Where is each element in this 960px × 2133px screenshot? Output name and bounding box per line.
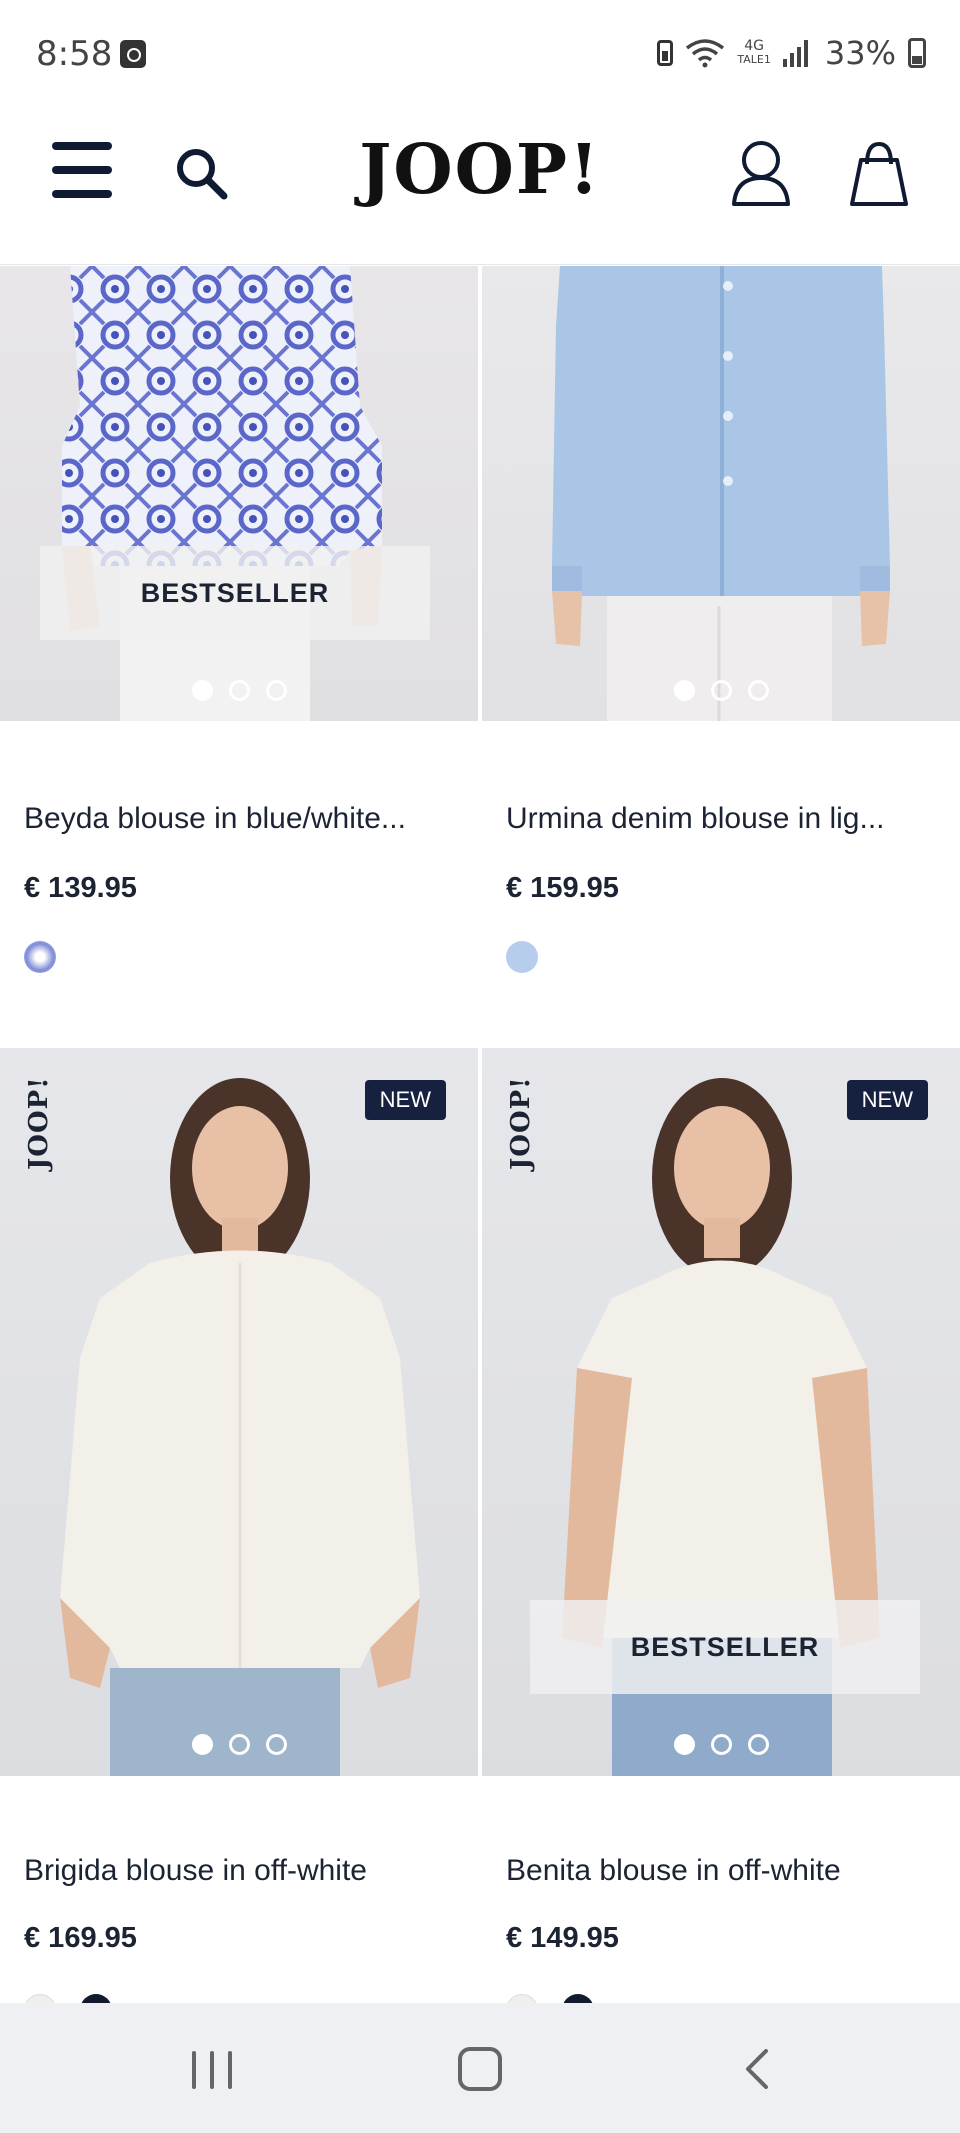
- image-carousel-dots[interactable]: [0, 1734, 478, 1755]
- model-image: [60, 1078, 420, 1776]
- wifi-icon: [686, 39, 725, 68]
- carousel-dot[interactable]: [673, 680, 695, 701]
- denim-blouse-image: [552, 266, 890, 721]
- home-icon[interactable]: [458, 2047, 502, 2091]
- notification-icon: [120, 40, 146, 68]
- product-name[interactable]: Beyda blouse in blue/white...: [24, 802, 454, 836]
- carousel-dot[interactable]: [228, 1734, 250, 1755]
- blouse-pattern-image: [62, 266, 382, 721]
- image-carousel-dots[interactable]: [0, 680, 478, 701]
- recent-apps-icon[interactable]: [192, 2051, 232, 2089]
- status-indicators: 4G TALE1 33%: [657, 34, 926, 72]
- product-price: € 159.95: [506, 872, 619, 904]
- network-type-label: 4G: [744, 38, 765, 54]
- carousel-dot[interactable]: [710, 1734, 732, 1755]
- signal-icon: [782, 39, 813, 67]
- side-brand-logo: JOOP!: [24, 1076, 54, 1170]
- product-name[interactable]: Urmina denim blouse in lig...: [506, 802, 936, 836]
- product-price: € 149.95: [506, 1922, 619, 1954]
- product-image[interactable]: JOOP! NEW BESTSELLER: [482, 1048, 960, 1776]
- image-carousel-dots[interactable]: [482, 680, 960, 701]
- product-image[interactable]: JOOP! NEW: [0, 1048, 478, 1776]
- color-swatch[interactable]: [24, 941, 56, 973]
- bestseller-badge: BESTSELLER: [40, 546, 430, 640]
- color-swatches: [506, 941, 538, 973]
- battery-saver-icon: [657, 40, 674, 66]
- color-swatches: [24, 941, 56, 973]
- carousel-dot[interactable]: [265, 680, 287, 701]
- app-header: JOOP!: [0, 110, 960, 265]
- product-price: € 169.95: [24, 1922, 137, 1954]
- carousel-dot[interactable]: [747, 680, 769, 701]
- status-time: 8:58: [36, 34, 113, 74]
- battery-percent: 33%: [824, 34, 896, 72]
- product-card[interactable]: BESTSELLER Beyda blouse in blue/white...…: [0, 266, 478, 1006]
- network-sub-label: TALE1: [737, 53, 771, 66]
- product-card[interactable]: JOOP! NEW Brigida blouse in off-white € …: [0, 1048, 478, 2026]
- carousel-dot[interactable]: [710, 680, 732, 701]
- bestseller-badge: BESTSELLER: [530, 1600, 920, 1694]
- status-bar: 8:58 4G TALE1 33%: [0, 0, 960, 110]
- product-name[interactable]: Brigida blouse in off-white: [24, 1854, 454, 1888]
- back-icon[interactable]: [738, 2049, 778, 2089]
- product-price: € 139.95: [24, 872, 137, 904]
- carousel-dot[interactable]: [191, 680, 213, 701]
- shopping-bag-icon[interactable]: [848, 138, 910, 208]
- carousel-dot[interactable]: [191, 1734, 213, 1755]
- product-image[interactable]: BESTSELLER: [0, 266, 478, 721]
- system-nav-bar: [0, 2003, 960, 2133]
- account-icon[interactable]: [730, 138, 792, 208]
- image-carousel-dots[interactable]: [482, 1734, 960, 1755]
- network-type: 4G TALE1: [737, 39, 770, 67]
- product-name[interactable]: Benita blouse in off-white: [506, 1854, 936, 1888]
- product-image[interactable]: [482, 266, 960, 721]
- carousel-dot[interactable]: [673, 1734, 695, 1755]
- battery-icon: [908, 38, 926, 68]
- carousel-dot[interactable]: [228, 680, 250, 701]
- carousel-dot[interactable]: [747, 1734, 769, 1755]
- color-swatch[interactable]: [506, 941, 538, 973]
- new-badge: NEW: [364, 1080, 446, 1120]
- product-card[interactable]: Urmina denim blouse in lig... € 159.95: [482, 266, 960, 1006]
- brand-logo[interactable]: JOOP!: [0, 130, 960, 210]
- product-card[interactable]: JOOP! NEW BESTSELLER Benita blouse in of…: [482, 1048, 960, 2026]
- carousel-dot[interactable]: [265, 1734, 287, 1755]
- side-brand-logo: JOOP!: [506, 1076, 536, 1170]
- new-badge: NEW: [846, 1080, 928, 1120]
